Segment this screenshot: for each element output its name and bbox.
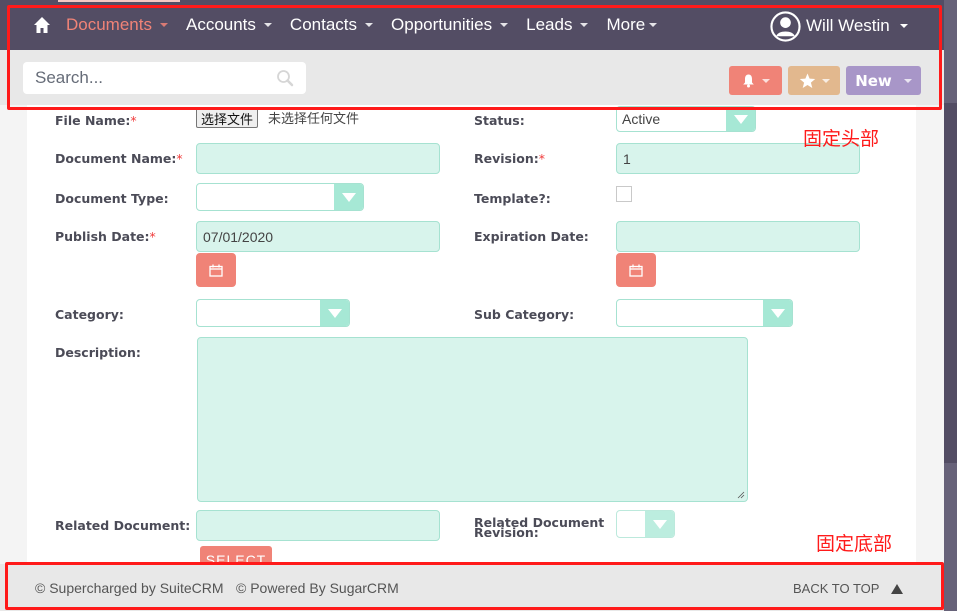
calendar-icon xyxy=(629,264,643,277)
chevron-down-icon xyxy=(763,300,792,326)
category-select[interactable] xyxy=(196,299,350,327)
chevron-down-icon xyxy=(645,511,674,537)
choose-file-button[interactable]: 选择文件 xyxy=(196,108,259,128)
description-label: Description: xyxy=(55,345,141,360)
scrollbar-thumb[interactable] xyxy=(944,103,957,463)
expiration-date-input[interactable] xyxy=(616,221,860,252)
publish-date-calendar-button[interactable] xyxy=(196,253,236,287)
chevron-down-icon xyxy=(726,107,755,131)
template-label: Template?: xyxy=(474,191,551,206)
related-document-revision-label: Related Document Revision: xyxy=(474,515,605,540)
expiration-date-calendar-button[interactable] xyxy=(616,253,656,287)
status-label: Status: xyxy=(474,113,525,128)
resize-grip-icon[interactable] xyxy=(737,491,745,499)
document-type-select[interactable] xyxy=(196,183,364,211)
publish-date-input[interactable]: 07/01/2020 xyxy=(196,221,440,252)
file-status-text: 未选择任何文件 xyxy=(268,112,360,127)
description-textarea[interactable] xyxy=(197,337,748,502)
fixed-header-annotation-label: 固定头部 xyxy=(803,128,880,150)
expiration-date-label: Expiration Date: xyxy=(474,229,589,244)
related-document-label: Related Document: xyxy=(55,518,191,533)
fixed-footer-annotation-box xyxy=(5,562,944,610)
related-document-revision-select[interactable] xyxy=(616,510,675,538)
vertical-scrollbar[interactable] xyxy=(944,0,957,611)
document-type-label: Document Type: xyxy=(55,191,169,206)
template-checkbox[interactable] xyxy=(616,186,632,202)
fixed-footer-annotation-label: 固定底部 xyxy=(816,533,893,555)
sub-category-label: Sub Category: xyxy=(474,307,575,322)
fixed-header-annotation-box xyxy=(7,5,942,110)
category-label: Category: xyxy=(55,307,124,322)
document-name-input[interactable] xyxy=(196,143,440,174)
document-name-label: Document Name:* xyxy=(55,151,183,166)
revision-label: Revision:* xyxy=(474,151,545,166)
publish-date-label: Publish Date:* xyxy=(55,229,156,244)
chevron-down-icon xyxy=(334,184,363,210)
chevron-down-icon xyxy=(320,300,349,326)
file-name-label: File Name:* xyxy=(55,113,137,128)
calendar-icon xyxy=(209,264,223,277)
status-value: Active xyxy=(622,111,661,127)
sub-category-select[interactable] xyxy=(616,299,793,327)
related-document-input[interactable] xyxy=(196,510,440,541)
